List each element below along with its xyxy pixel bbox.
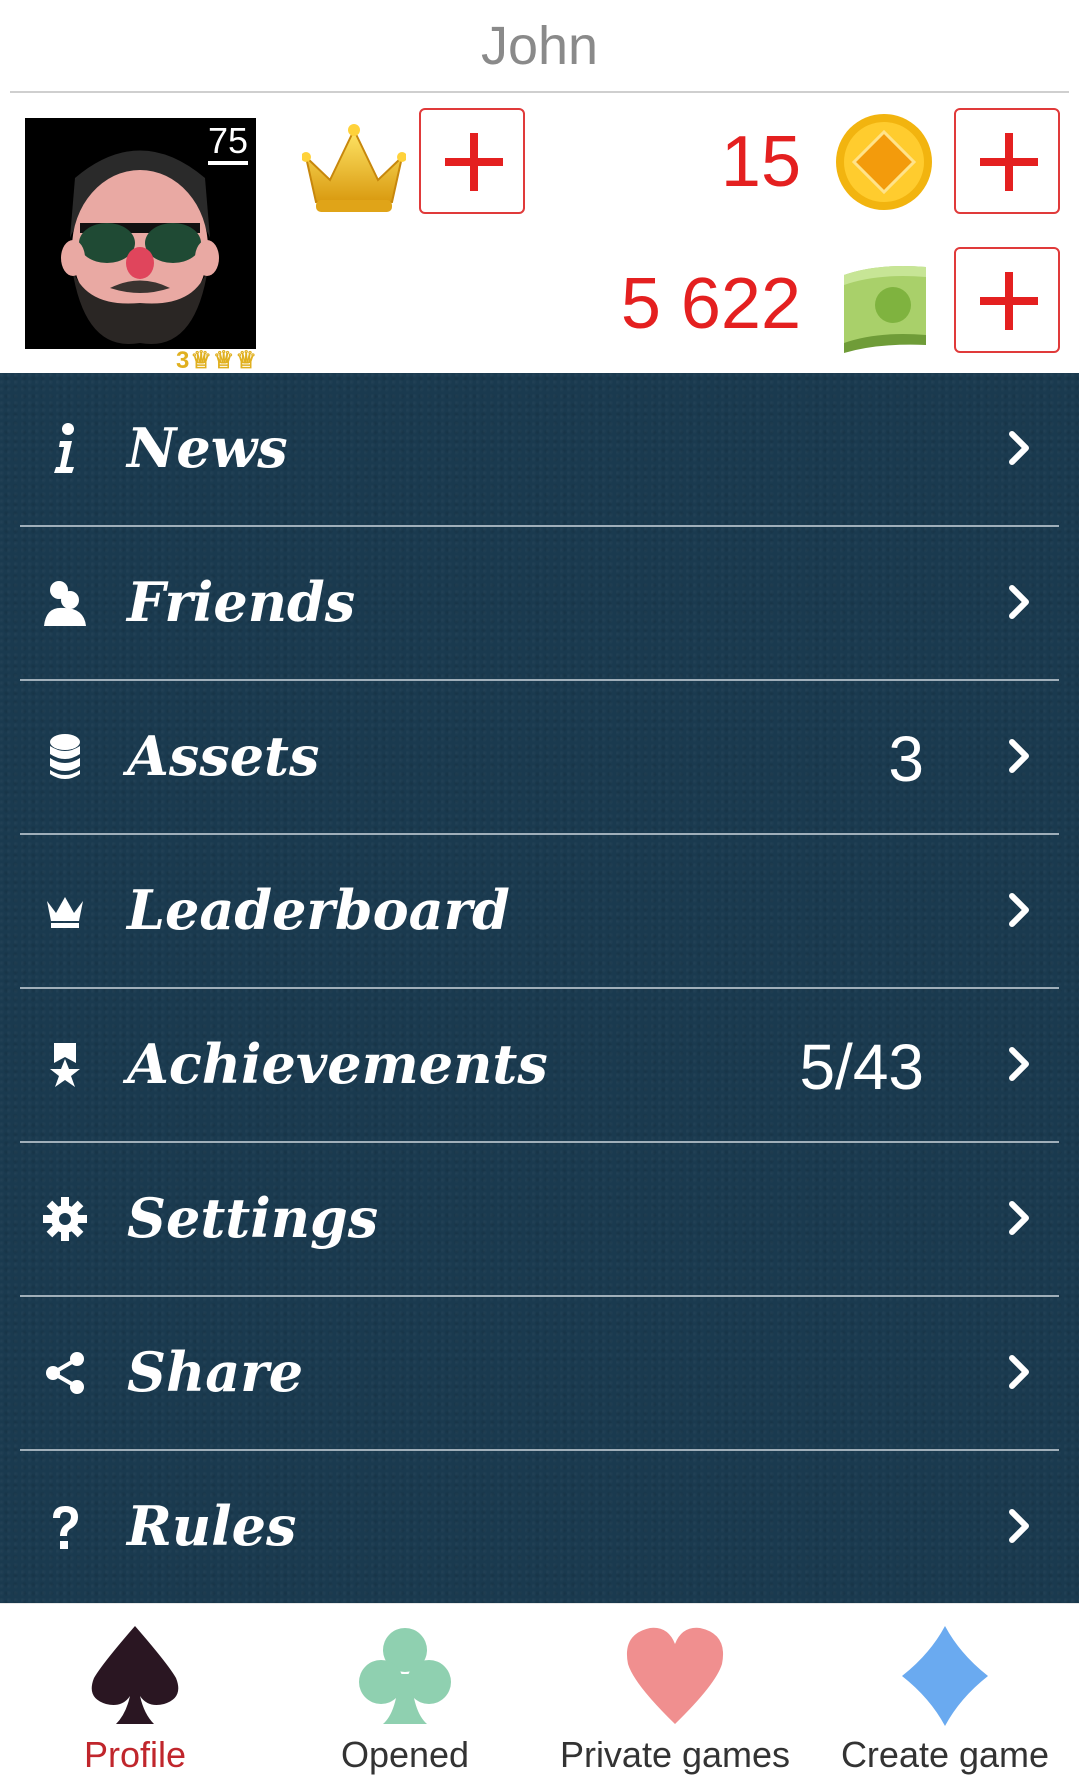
tab-private-games[interactable]: Private games	[540, 1604, 810, 1777]
diamond-icon	[810, 1624, 1079, 1728]
menu-label: Friends	[127, 570, 356, 634]
chevron-right-icon	[1004, 428, 1034, 473]
tab-label: Opened	[340, 1734, 470, 1775]
menu-label: Leaderboard	[127, 878, 510, 942]
chevron-right-icon	[1004, 1198, 1034, 1243]
question-icon	[40, 1497, 90, 1557]
crown-icon	[40, 881, 90, 941]
level-number: 75	[207, 120, 248, 161]
menu-item-achievements[interactable]: Achievements 5/43	[0, 989, 1079, 1142]
chevron-right-icon	[1004, 1044, 1034, 1089]
add-premium-button[interactable]	[419, 108, 525, 214]
cash-balance: 5 622	[620, 264, 801, 344]
add-cash-button[interactable]	[954, 247, 1060, 353]
avatar[interactable]: 75	[25, 118, 256, 349]
chevron-right-icon	[1004, 890, 1034, 935]
coins-stack-icon	[40, 727, 90, 787]
add-coins-button[interactable]	[954, 108, 1060, 214]
tab-label: Profile	[83, 1734, 187, 1775]
menu-item-settings[interactable]: Settings	[0, 1143, 1079, 1296]
menu-label: Assets	[127, 724, 320, 788]
menu-item-news[interactable]: News	[0, 373, 1079, 526]
tab-label: Create game	[840, 1734, 1050, 1775]
tab-opened[interactable]: Opened	[270, 1604, 540, 1777]
trophy-icon: ♕♕♕	[190, 347, 258, 374]
chevron-right-icon	[1004, 582, 1034, 627]
coin-balance: 15	[720, 122, 801, 202]
main-menu: News Friends Assets 3 Leaderboard Achiev…	[0, 373, 1079, 1603]
menu-item-rules[interactable]: Rules	[0, 1451, 1079, 1604]
chevron-right-icon	[1004, 1506, 1034, 1551]
menu-value: 5/43	[799, 1031, 924, 1103]
username-title: John	[480, 16, 599, 76]
crown-icon	[301, 122, 407, 223]
chevron-right-icon	[1004, 736, 1034, 781]
chevron-right-icon	[1004, 1352, 1034, 1397]
cash-icon	[838, 255, 932, 360]
info-icon	[40, 419, 90, 479]
menu-item-leaderboard[interactable]: Leaderboard	[0, 835, 1079, 988]
menu-item-assets[interactable]: Assets 3	[0, 681, 1079, 834]
tab-profile[interactable]: Profile	[0, 1604, 270, 1777]
menu-item-share[interactable]: Share	[0, 1297, 1079, 1450]
menu-label: Settings	[127, 1186, 379, 1250]
tab-create-game[interactable]: Create game	[810, 1604, 1079, 1777]
level-underline	[208, 161, 248, 165]
spade-icon	[0, 1624, 270, 1728]
heart-icon	[540, 1624, 810, 1728]
menu-value: 3	[888, 723, 924, 795]
menu-label: News	[127, 416, 288, 480]
header-divider	[10, 91, 1069, 93]
menu-label: Rules	[127, 1494, 297, 1558]
club-icon	[270, 1624, 540, 1728]
coin-icon	[834, 112, 934, 217]
ribbon-star-icon	[40, 1035, 90, 1095]
menu-item-friends[interactable]: Friends	[0, 527, 1079, 680]
tab-label: Private games	[559, 1734, 791, 1775]
menu-label: Achievements	[127, 1032, 548, 1096]
share-icon	[40, 1343, 90, 1403]
gear-icon	[40, 1189, 90, 1249]
menu-label: Share	[127, 1340, 304, 1404]
trophy-count: 3♕♕♕	[176, 347, 258, 374]
bottom-tab-bar: Profile Opened Private games Create game	[0, 1603, 1079, 1777]
friends-icon	[40, 573, 90, 633]
